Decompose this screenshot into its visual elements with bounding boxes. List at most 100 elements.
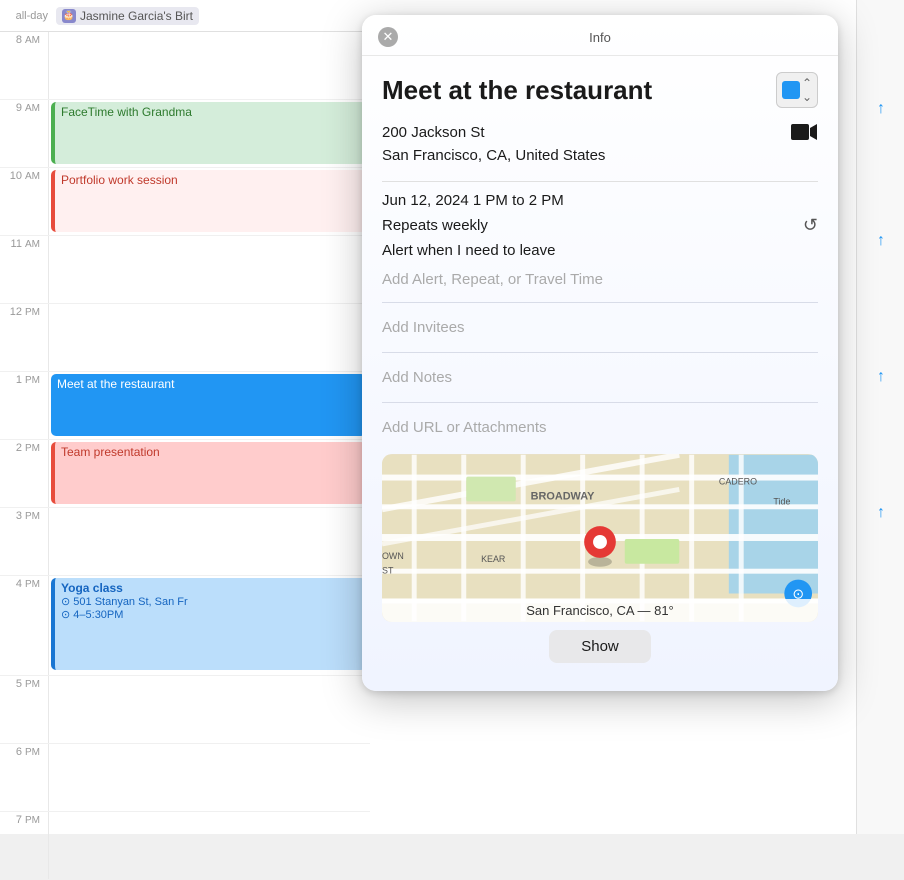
alert-row: Alert when I need to leave bbox=[382, 242, 818, 259]
add-notes-row[interactable]: Add Notes bbox=[382, 361, 818, 394]
video-camera-icon[interactable] bbox=[790, 122, 818, 148]
section-divider-1 bbox=[382, 302, 818, 303]
time-label-7pm: 7 PM bbox=[0, 812, 48, 879]
time-content-2pm[interactable]: Team presentation bbox=[48, 440, 370, 507]
up-arrow-icon-4: ↑ bbox=[877, 504, 885, 522]
right-indicator-1[interactable]: ↑ bbox=[862, 100, 900, 118]
time-label-9am: 9 AM bbox=[0, 100, 48, 167]
time-content-5pm bbox=[48, 676, 370, 743]
location-row: 200 Jackson St San Francisco, CA, United… bbox=[382, 122, 818, 167]
all-day-event-label: Jasmine Garcia's Birt bbox=[80, 9, 193, 23]
up-arrow-icon-2: ↑ bbox=[877, 232, 885, 250]
time-content-10am[interactable]: Portfolio work session bbox=[48, 168, 370, 235]
time-label-8am: 8 AM bbox=[0, 32, 48, 99]
time-row-11am: 11 AM bbox=[0, 236, 370, 304]
event-yoga[interactable]: Yoga class ⊙ 501 Stanyan St, San Fr ⊙ 4–… bbox=[51, 578, 366, 670]
time-content-8am bbox=[48, 32, 370, 99]
time-content-11am bbox=[48, 236, 370, 303]
svg-text:OWN: OWN bbox=[382, 551, 404, 561]
right-strip: ↑ ↑ ↑ ↑ bbox=[856, 0, 904, 834]
time-label-6pm: 6 PM bbox=[0, 744, 48, 811]
time-row-2pm: 2 PM Team presentation bbox=[0, 440, 370, 508]
date-time-row: Jun 12, 2024 1 PM to 2 PM bbox=[382, 192, 818, 209]
divider-1 bbox=[382, 181, 818, 182]
time-row-8am: 8 AM bbox=[0, 32, 370, 100]
time-content-4pm[interactable]: Yoga class ⊙ 501 Stanyan St, San Fr ⊙ 4–… bbox=[48, 576, 370, 675]
event-restaurant[interactable]: Meet at the restaurant bbox=[51, 374, 366, 436]
event-restaurant-label: Meet at the restaurant bbox=[57, 377, 174, 391]
add-alert-row[interactable]: Add Alert, Repeat, or Travel Time bbox=[382, 265, 818, 294]
time-row-9am: 9 AM FaceTime with Grandma bbox=[0, 100, 370, 168]
time-label-10am: 10 AM bbox=[0, 168, 48, 235]
repeat-row: Repeats weekly ↺ bbox=[382, 215, 818, 236]
svg-text:CADERO: CADERO bbox=[719, 476, 757, 486]
color-picker-button[interactable]: ⌃⌄ bbox=[776, 72, 818, 108]
map-container[interactable]: BROADWAY CADERO Tide OWN ST KEAR ⊙ San F… bbox=[382, 454, 818, 622]
popup-header: ✕ Info bbox=[362, 15, 838, 56]
repeat-icon: ↺ bbox=[803, 215, 818, 236]
event-title-row: Meet at the restaurant ⌃⌄ bbox=[382, 72, 818, 108]
location-line2: San Francisco, CA, United States bbox=[382, 145, 605, 168]
event-title: Meet at the restaurant bbox=[382, 75, 652, 106]
svg-text:KEAR: KEAR bbox=[481, 554, 506, 564]
time-row-1pm: 1 PM Meet at the restaurant bbox=[0, 372, 370, 440]
location-line1: 200 Jackson St bbox=[382, 122, 605, 145]
time-row-12pm: 12 PM bbox=[0, 304, 370, 372]
event-facetime-label: FaceTime with Grandma bbox=[61, 105, 192, 119]
up-arrow-icon-1: ↑ bbox=[877, 100, 885, 118]
time-row-7pm: 7 PM bbox=[0, 812, 370, 880]
birthday-icon: 🎂 bbox=[62, 9, 76, 23]
time-row-6pm: 6 PM bbox=[0, 744, 370, 812]
chevron-icon: ⌃⌄ bbox=[802, 76, 812, 104]
right-indicator-4[interactable]: ↑ bbox=[862, 504, 900, 522]
time-label-4pm: 4 PM bbox=[0, 576, 48, 675]
info-popup: ✕ Info Meet at the restaurant ⌃⌄ 200 Jac… bbox=[362, 15, 838, 691]
right-indicator-3[interactable]: ↑ bbox=[862, 368, 900, 386]
all-day-label: all-day bbox=[8, 10, 56, 22]
event-facetime[interactable]: FaceTime with Grandma bbox=[51, 102, 366, 164]
popup-body: Meet at the restaurant ⌃⌄ 200 Jackson St… bbox=[362, 56, 838, 691]
event-team-label: Team presentation bbox=[61, 445, 160, 459]
time-row-4pm: 4 PM Yoga class ⊙ 501 Stanyan St, San Fr… bbox=[0, 576, 370, 676]
time-label-5pm: 5 PM bbox=[0, 676, 48, 743]
add-invitees-row[interactable]: Add Invitees bbox=[382, 311, 818, 344]
time-row-5pm: 5 PM bbox=[0, 676, 370, 744]
close-button[interactable]: ✕ bbox=[378, 27, 398, 47]
section-divider-2 bbox=[382, 352, 818, 353]
time-content-3pm bbox=[48, 508, 370, 575]
event-portfolio-label: Portfolio work session bbox=[61, 173, 178, 187]
popup-title: Info bbox=[398, 30, 802, 45]
add-url-row[interactable]: Add URL or Attachments bbox=[382, 411, 818, 444]
show-button[interactable]: Show bbox=[549, 630, 651, 663]
time-content-9am[interactable]: FaceTime with Grandma bbox=[48, 100, 370, 167]
time-label-2pm: 2 PM bbox=[0, 440, 48, 507]
up-arrow-icon-3: ↑ bbox=[877, 368, 885, 386]
time-label-1pm: 1 PM bbox=[0, 372, 48, 439]
time-label-12pm: 12 PM bbox=[0, 304, 48, 371]
repeat-text: Repeats weekly bbox=[382, 217, 488, 234]
time-content-7pm bbox=[48, 812, 370, 879]
svg-text:BROADWAY: BROADWAY bbox=[531, 490, 595, 502]
event-yoga-location: ⊙ 501 Stanyan St, San Fr bbox=[61, 595, 360, 608]
right-indicator-2[interactable]: ↑ bbox=[862, 232, 900, 250]
event-yoga-time: ⊙ 4–5:30PM bbox=[61, 608, 360, 621]
time-content-6pm bbox=[48, 744, 370, 811]
all-day-event[interactable]: 🎂 Jasmine Garcia's Birt bbox=[56, 7, 199, 25]
time-grid: all-day 🎂 Jasmine Garcia's Birt 8 AM 9 A… bbox=[0, 0, 370, 834]
color-swatch bbox=[782, 81, 800, 99]
section-divider-3 bbox=[382, 402, 818, 403]
time-row-3pm: 3 PM bbox=[0, 508, 370, 576]
event-portfolio[interactable]: Portfolio work session bbox=[51, 170, 366, 232]
event-team[interactable]: Team presentation bbox=[51, 442, 366, 504]
time-label-3pm: 3 PM bbox=[0, 508, 48, 575]
time-content-1pm[interactable]: Meet at the restaurant bbox=[48, 372, 370, 439]
map-location-text: San Francisco, CA — 81° bbox=[382, 599, 818, 622]
event-yoga-label: Yoga class bbox=[61, 581, 360, 595]
time-row-10am: 10 AM Portfolio work session bbox=[0, 168, 370, 236]
svg-text:ST: ST bbox=[382, 566, 394, 576]
time-label-11am: 11 AM bbox=[0, 236, 48, 303]
location-text: 200 Jackson St San Francisco, CA, United… bbox=[382, 122, 605, 167]
close-icon: ✕ bbox=[383, 29, 394, 45]
time-content-12pm bbox=[48, 304, 370, 371]
svg-text:Tide: Tide bbox=[773, 496, 790, 506]
